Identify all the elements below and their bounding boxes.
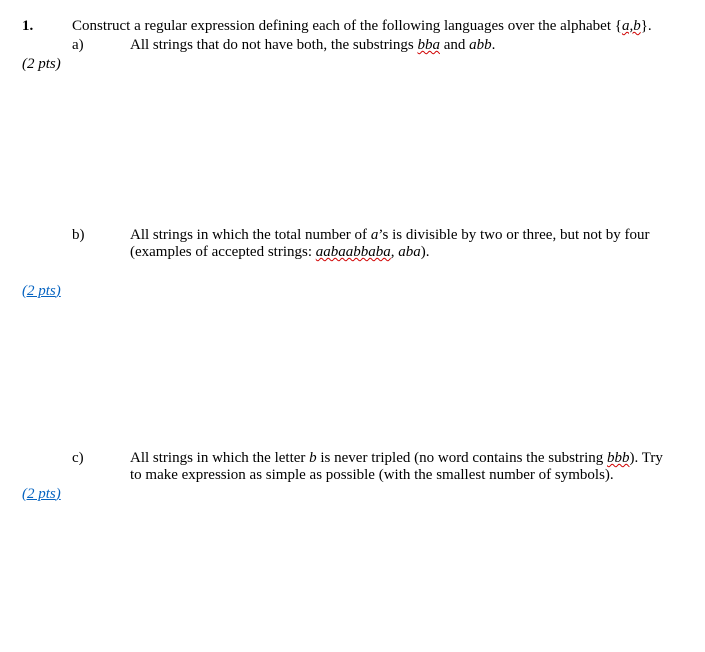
a-text-pre: All strings that do not have both, the s… — [130, 37, 417, 53]
part-c-text: All strings in which the letter b is nev… — [130, 450, 683, 484]
c-pts-link: pts — [35, 486, 56, 502]
c-text-mid: is never tripled (no word contains the s… — [317, 450, 607, 466]
b-ex1: aabaabbaba — [316, 244, 391, 260]
question-prompt: Construct a regular expression defining … — [72, 18, 683, 35]
a-abb: abb — [469, 37, 492, 53]
part-b-text: All strings in which the total number of… — [130, 227, 683, 261]
prompt-pre: Construct a regular expression defining … — [72, 18, 622, 34]
b-text-post: ). — [421, 244, 430, 260]
alphabet-ab: a,b — [622, 18, 641, 34]
part-a-label: a) — [72, 37, 130, 54]
b-pts-link: pts — [35, 283, 56, 299]
c-bbb: bbb — [607, 450, 630, 466]
part-b-points-row: (2 pts) — [22, 283, 683, 300]
part-c-row: c) All strings in which the letter b is … — [22, 450, 683, 484]
part-b-row: b) All strings in which the total number… — [22, 227, 683, 261]
part-c-label: c) — [72, 450, 130, 467]
c-text-pre: All strings in which the letter — [130, 450, 309, 466]
part-a-text: All strings that do not have both, the s… — [130, 37, 683, 54]
part-a-row: a) All strings that do not have both, th… — [22, 37, 683, 54]
gap-a — [22, 75, 683, 227]
gap-b — [22, 302, 683, 450]
b-ex2: aba — [398, 244, 421, 260]
prompt-post: }. — [641, 18, 652, 34]
document-page: 1. Construct a regular expression defini… — [0, 0, 705, 503]
b-pts-close: ) — [56, 283, 61, 299]
a-bba: bba — [417, 37, 440, 53]
c-pts-open: (2 — [22, 486, 35, 502]
part-b-label: b) — [72, 227, 130, 244]
part-b-points: (2 pts) — [22, 283, 61, 300]
part-a-points-row: (2 pts) — [22, 56, 683, 73]
question-number: 1. — [22, 18, 72, 35]
part-a-points: (2 pts) — [22, 56, 61, 73]
c-pts-close: ) — [56, 486, 61, 502]
question-1-row: 1. Construct a regular expression defini… — [22, 18, 683, 35]
a-text-mid: and — [440, 37, 469, 53]
part-c-points-row: (2 pts) — [22, 486, 683, 503]
c-b: b — [309, 450, 317, 466]
b-text-pre: All strings in which the total number of — [130, 227, 371, 243]
b-pts-open: (2 — [22, 283, 35, 299]
part-c-points: (2 pts) — [22, 486, 61, 503]
a-text-post: . — [492, 37, 496, 53]
